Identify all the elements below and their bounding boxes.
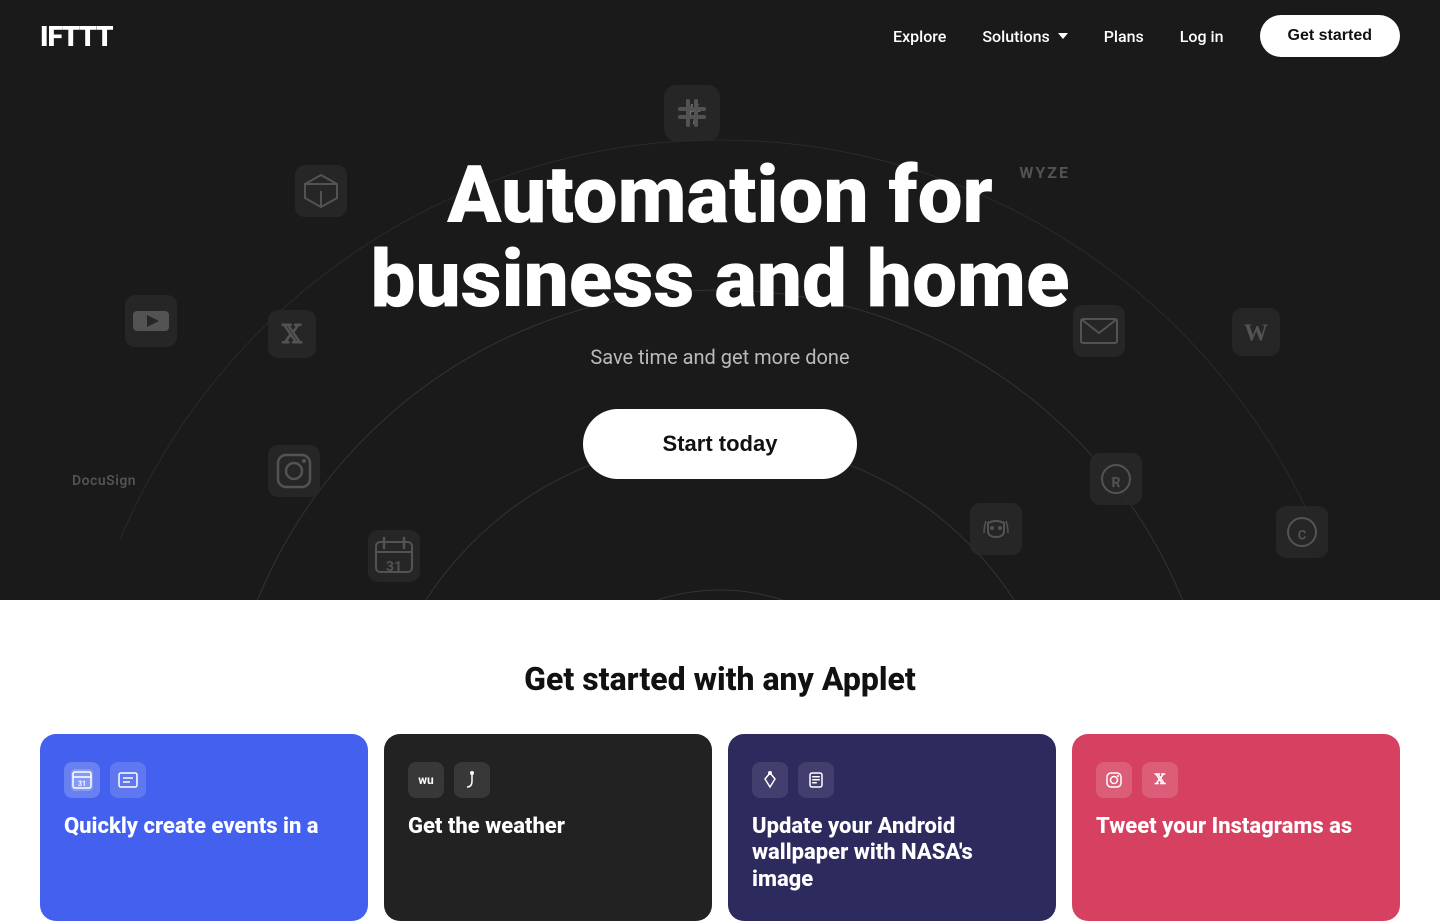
hero-section: # 𝕏 (0, 0, 1440, 600)
applet-card-4[interactable]: 𝕏 Tweet your Instagrams as (1072, 734, 1400, 921)
applet-card-2-icon2 (454, 762, 490, 798)
applet-card-2-icon1: wu (408, 762, 444, 798)
svg-text:W: W (1244, 320, 1268, 346)
applet-card-3-icon2 (798, 762, 834, 798)
applet-card-2-title: Get the weather (408, 814, 688, 840)
svg-text:𝕏: 𝕏 (281, 320, 303, 349)
nav-get-started-button[interactable]: Get started (1260, 15, 1400, 57)
applets-section-title: Get started with any Applet (40, 660, 1400, 698)
applet-card-4-icons: 𝕏 (1096, 762, 1376, 798)
applet-card-2[interactable]: wu Get the weather (384, 734, 712, 921)
applet-card-3-icons (752, 762, 1032, 798)
coinbase-icon: C (1276, 506, 1328, 558)
svg-text:31: 31 (386, 559, 402, 575)
applet-card-4-icon2: 𝕏 (1142, 762, 1178, 798)
chevron-down-icon (1058, 33, 1068, 39)
wix-icon: W (1232, 308, 1280, 356)
applet-card-1-icons: 31 (64, 762, 344, 798)
applet-card-3-icon1 (752, 762, 788, 798)
nav-explore[interactable]: Explore (893, 27, 946, 46)
applet-card-1[interactable]: 31 Quickly create events in a (40, 734, 368, 921)
discord-icon (970, 503, 1022, 555)
applet-card-3[interactable]: Update your Android wallpaper with NASA'… (728, 734, 1056, 921)
svg-text:31: 31 (78, 780, 86, 788)
hero-content: Automation for business and home Save ti… (350, 153, 1089, 479)
applet-card-2-icons: wu (408, 762, 688, 798)
youtube-icon (125, 295, 177, 347)
instagram-icon (268, 445, 320, 497)
hero-start-today-button[interactable]: Start today (583, 409, 858, 479)
navbar: IFTTT Explore Solutions Plans Log in Get… (0, 0, 1440, 72)
twitter-x-icon: 𝕏 (268, 310, 316, 358)
docusign-text-icon: DocuSign (72, 473, 136, 489)
nav-solutions[interactable]: Solutions (982, 27, 1067, 46)
nav-plans[interactable]: Plans (1104, 27, 1144, 46)
nav-login[interactable]: Log in (1180, 27, 1224, 46)
runkeeper-icon: R (1090, 453, 1142, 505)
calendar-icon: 31 (368, 530, 420, 582)
hero-subtitle: Save time and get more done (370, 345, 1069, 369)
applets-grid: 31 Quickly create events in a wu (40, 734, 1400, 921)
svg-text:R: R (1112, 475, 1121, 491)
svg-text:C: C (1298, 529, 1307, 544)
hero-title: Automation for business and home (370, 153, 1069, 321)
logo[interactable]: IFTTT (40, 20, 112, 53)
applet-card-3-title: Update your Android wallpaper with NASA'… (752, 814, 1032, 893)
applets-section: Get started with any Applet 31 (0, 600, 1440, 921)
applet-card-1-icon2 (110, 762, 146, 798)
applet-card-1-title: Quickly create events in a (64, 814, 344, 840)
applet-card-4-title: Tweet your Instagrams as (1096, 814, 1376, 840)
applet-card-4-icon1 (1096, 762, 1132, 798)
applet-card-1-icon1: 31 (64, 762, 100, 798)
slack-icon: # (664, 85, 720, 141)
svg-text:#: # (683, 98, 700, 131)
box-icon (295, 165, 347, 217)
